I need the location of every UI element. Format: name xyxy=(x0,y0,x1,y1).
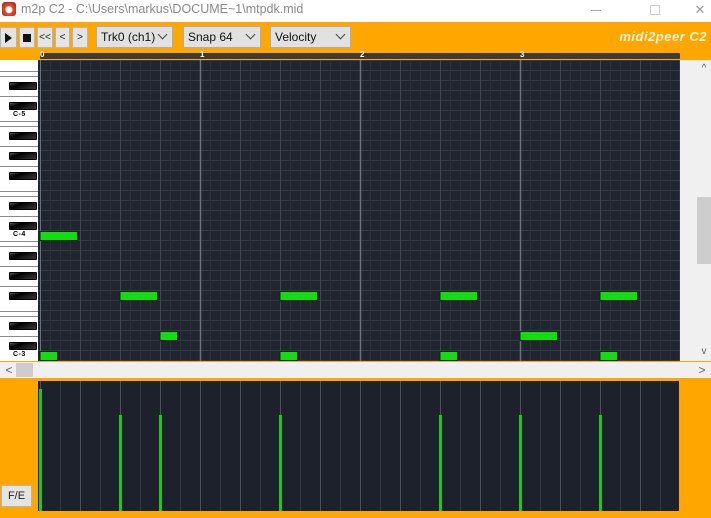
midi-note xyxy=(279,351,298,361)
black-key[interactable] xyxy=(9,82,37,90)
velocity-bar xyxy=(599,414,602,511)
octave-label: C-3 xyxy=(13,351,26,358)
velocity-canvas xyxy=(39,381,661,511)
white-key-separator xyxy=(0,216,38,217)
vertical-scroll-thumb[interactable] xyxy=(697,197,711,264)
black-key[interactable] xyxy=(9,252,37,260)
white-key-separator xyxy=(0,311,38,312)
chevron-down-icon xyxy=(157,29,168,40)
white-key-separator xyxy=(0,316,38,317)
scroll-right-icon[interactable]: > xyxy=(695,362,709,378)
horizontal-scroll-thumb[interactable] xyxy=(16,363,33,377)
midi-note xyxy=(599,351,618,361)
fe-button[interactable]: F/E xyxy=(1,485,32,507)
piano-roll-grid[interactable] xyxy=(38,60,680,361)
white-key-separator xyxy=(0,96,38,97)
window-title: m2p C2 - C:\Users\markus\DOCUME~1\mtpdk.… xyxy=(21,2,304,16)
maximize-button[interactable] xyxy=(632,0,678,20)
scroll-down-icon[interactable]: v xyxy=(697,345,711,359)
track-select[interactable]: Trk0 (ch1) xyxy=(96,26,173,48)
chevron-down-icon xyxy=(335,29,346,40)
app-icon xyxy=(2,2,16,16)
lane-select[interactable]: Velocity xyxy=(270,26,351,48)
black-key[interactable] xyxy=(9,342,37,350)
white-key-separator xyxy=(0,266,38,267)
black-key[interactable] xyxy=(9,102,37,110)
close-icon: ✕ xyxy=(694,2,706,17)
midi-note xyxy=(119,291,158,301)
lane-select-value: Velocity xyxy=(275,30,317,44)
rewind-button[interactable]: << xyxy=(37,27,53,48)
white-key-separator xyxy=(0,286,38,287)
octave-label: C-5 xyxy=(13,111,26,118)
black-key[interactable] xyxy=(9,202,37,210)
stop-button[interactable] xyxy=(19,27,35,48)
velocity-bar xyxy=(39,389,42,511)
black-key[interactable] xyxy=(9,272,37,280)
black-key[interactable] xyxy=(9,152,37,160)
ruler-marker: 3 xyxy=(520,50,525,59)
midi-note xyxy=(279,291,318,301)
midi-note xyxy=(519,331,558,341)
scroll-left-icon[interactable]: < xyxy=(2,362,16,378)
black-key[interactable] xyxy=(9,322,37,330)
chevron-down-icon xyxy=(245,29,256,40)
ruler-marker: 2 xyxy=(360,50,365,59)
grid-canvas xyxy=(38,60,680,361)
horizontal-scrollbar[interactable]: < > xyxy=(0,362,711,378)
white-key-separator xyxy=(0,146,38,147)
title-bar: m2p C2 - C:\Users\markus\DOCUME~1\mtpdk.… xyxy=(0,0,711,22)
octave-label: C-4 xyxy=(13,231,26,238)
midi-note xyxy=(439,291,478,301)
piano-keyboard[interactable]: C-5 C-4 C-3 xyxy=(0,60,38,361)
track-select-value: Trk0 (ch1) xyxy=(101,30,156,44)
snap-select-value: Snap 64 xyxy=(188,30,233,44)
midi-note xyxy=(599,291,638,301)
white-key-separator xyxy=(0,246,38,247)
white-key-separator xyxy=(0,241,38,242)
white-key-separator xyxy=(0,191,38,192)
minimize-icon xyxy=(591,9,601,11)
white-key-separator xyxy=(0,76,38,77)
white-key-separator xyxy=(0,71,38,72)
white-key-separator xyxy=(0,126,38,127)
black-key[interactable] xyxy=(9,292,37,300)
minimize-button[interactable] xyxy=(573,0,619,20)
midi-note xyxy=(39,351,58,361)
white-key-separator xyxy=(0,196,38,197)
maximize-icon xyxy=(650,5,660,15)
vertical-scrollbar[interactable]: ^ v xyxy=(680,60,711,361)
brand-logo: midi2peer C2 xyxy=(619,29,707,44)
white-key-separator xyxy=(0,166,38,167)
ruler-marker: 0 xyxy=(40,50,45,59)
velocity-bar xyxy=(119,414,122,511)
midi-note xyxy=(39,231,78,241)
snap-select[interactable]: Snap 64 xyxy=(183,26,261,48)
velocity-bar xyxy=(439,414,442,511)
play-icon xyxy=(5,32,12,43)
step-back-button[interactable]: < xyxy=(55,27,70,48)
play-button[interactable] xyxy=(0,27,17,48)
velocity-bar xyxy=(159,414,162,511)
white-key-separator xyxy=(0,336,38,337)
black-key[interactable] xyxy=(9,132,37,140)
black-key[interactable] xyxy=(9,172,37,180)
app-window: m2p C2 - C:\Users\markus\DOCUME~1\mtpdk.… xyxy=(0,0,711,518)
white-key-separator xyxy=(0,121,38,122)
stop-icon xyxy=(23,33,31,42)
midi-note xyxy=(439,351,458,361)
velocity-bar xyxy=(519,414,522,511)
close-button[interactable]: ✕ xyxy=(677,0,711,20)
scroll-up-icon[interactable]: ^ xyxy=(697,62,711,76)
step-forward-button[interactable]: > xyxy=(72,27,88,48)
black-key[interactable] xyxy=(9,222,37,230)
ruler-marker: 1 xyxy=(200,50,205,59)
velocity-bar xyxy=(279,414,282,511)
velocity-lane[interactable] xyxy=(38,381,679,511)
midi-note xyxy=(159,331,178,341)
